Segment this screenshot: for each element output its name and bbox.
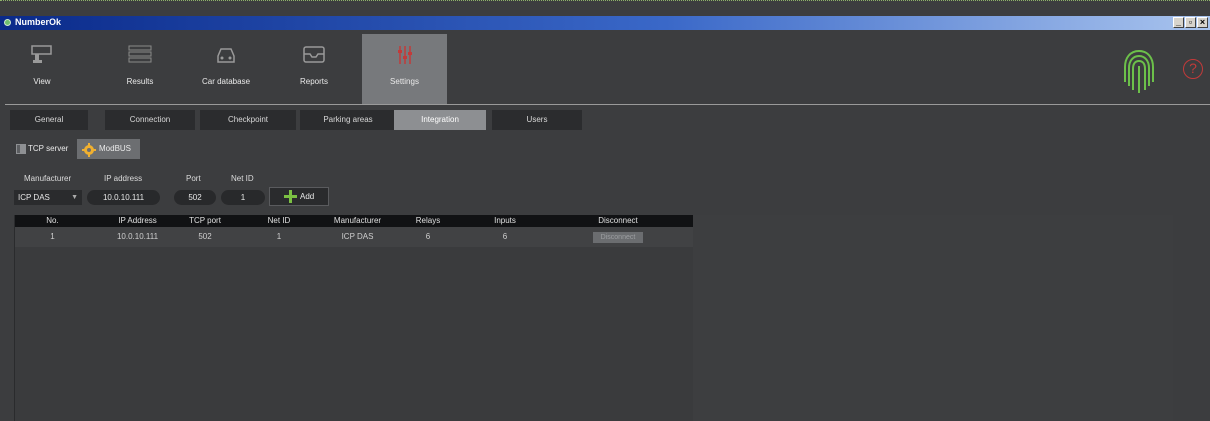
devices-table: No. IP Address TCP port Net ID Manufactu… [14, 215, 1173, 421]
cell-net-id: 1 [276, 232, 282, 241]
table-empty-area [15, 247, 693, 421]
column-relays[interactable]: Relays [390, 215, 466, 227]
add-button[interactable]: Add [269, 187, 329, 206]
toolbar-results-label: Results [126, 77, 154, 86]
maximize-button[interactable]: ▫ [1185, 17, 1196, 28]
top-border [0, 0, 1210, 1]
toolbar-divider [5, 104, 1210, 105]
subtab-modbus-label: ModBUS [99, 144, 132, 153]
table-row[interactable]: 1 10.0.10.111 502 1 ICP DAS 6 6 Disconne… [15, 227, 693, 247]
tab-connection[interactable]: Connection [105, 110, 195, 130]
server-icon [16, 144, 26, 154]
minimize-button[interactable]: _ [1173, 17, 1184, 28]
tab-checkpoint[interactable]: Checkpoint [200, 110, 296, 130]
window-controls: _ ▫ × [1173, 17, 1208, 28]
cell-no: 1 [50, 232, 55, 241]
camera-icon [31, 45, 52, 63]
net-id-input[interactable]: 1 [221, 190, 265, 205]
port-label: Port [186, 174, 201, 183]
subtab-tcp-server-label: TCP server [28, 144, 69, 153]
fingerprint-icon [1124, 50, 1154, 93]
car-icon [217, 48, 235, 63]
tab-users[interactable]: Users [492, 110, 582, 130]
manufacturer-value: ICP DAS [18, 193, 50, 202]
toolbar-view-label: View [33, 77, 51, 86]
close-button[interactable]: × [1197, 17, 1208, 28]
subtab-tcp-server[interactable]: TCP server [10, 139, 74, 159]
manufacturer-select[interactable]: ICP DAS ▼ [14, 190, 82, 205]
ip-address-label: IP address [104, 174, 143, 183]
inbox-icon [303, 46, 325, 63]
disconnect-button[interactable]: Disconnect [593, 232, 643, 243]
window-title: NumberOk [15, 17, 62, 27]
settings-sliders-icon [398, 46, 412, 64]
subtab-modbus[interactable]: ModBUS [77, 139, 140, 159]
table-right-pane [693, 215, 1173, 421]
toolbar-view[interactable]: View [2, 34, 82, 104]
toolbar-results[interactable]: Results [100, 34, 180, 104]
toolbar-car-database-label: Car database [201, 77, 251, 86]
cell-inputs: 6 [502, 232, 508, 241]
cell-relays: 6 [425, 232, 431, 241]
results-icon [128, 45, 152, 63]
column-net-id[interactable]: Net ID [240, 215, 318, 227]
gear-icon [82, 143, 96, 157]
tab-integration[interactable]: Integration [394, 110, 486, 130]
tab-parking-areas[interactable]: Parking areas [300, 110, 396, 130]
column-manufacturer[interactable]: Manufacturer [315, 215, 400, 227]
add-button-label: Add [300, 192, 315, 201]
port-input[interactable]: 502 [174, 190, 216, 205]
ip-address-input[interactable]: 10.0.10.111 [87, 190, 160, 205]
help-icon[interactable]: ? [1183, 59, 1203, 79]
manufacturer-label: Manufacturer [24, 174, 72, 183]
column-inputs[interactable]: Inputs [466, 215, 544, 227]
toolbar-settings-label: Settings [390, 77, 419, 86]
cell-manufacturer: ICP DAS [341, 232, 374, 241]
chevron-down-icon: ▼ [71, 194, 78, 201]
column-no[interactable]: No. [15, 215, 90, 227]
toolbar-car-database[interactable]: Car database [186, 34, 266, 104]
cell-tcp-port: 502 [198, 232, 212, 241]
title-bar: NumberOk _ ▫ × [0, 16, 1210, 30]
app-icon [4, 19, 11, 26]
table-header: No. IP Address TCP port Net ID Manufactu… [15, 215, 693, 227]
tab-general[interactable]: General [10, 110, 88, 130]
toolbar-reports[interactable]: Reports [274, 34, 354, 104]
main-toolbar: View Results Car database Reports Settin… [0, 30, 1210, 105]
net-id-label: Net ID [231, 174, 254, 183]
toolbar-settings[interactable]: Settings [362, 34, 447, 104]
column-disconnect[interactable]: Disconnect [570, 215, 666, 227]
toolbar-reports-label: Reports [299, 77, 328, 86]
plus-icon [284, 190, 297, 203]
column-tcp-port[interactable]: TCP port [165, 215, 245, 227]
